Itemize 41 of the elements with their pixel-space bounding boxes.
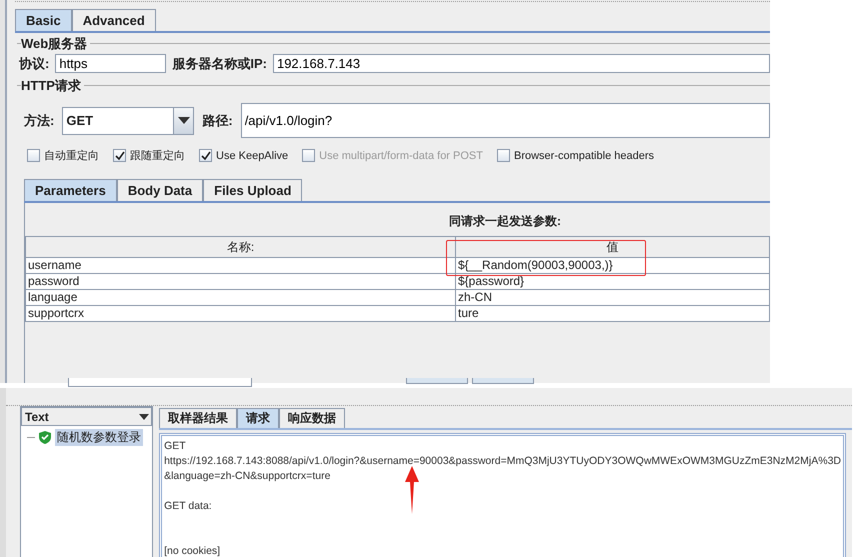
tab[interactable]: 请求 [237,408,280,428]
view-mode-dropdown[interactable]: Text [21,407,152,426]
tab[interactable]: Advanced [72,9,156,31]
group-title: Web服务器 [21,35,90,53]
method-dropdown[interactable]: GET [62,106,194,134]
tab[interactable]: 响应数据 [279,408,346,428]
request-text-line: GET [164,440,186,452]
field-label: 协议: [19,54,50,72]
caret-icon [178,117,190,124]
table-heading: 同请求一起发送参数: [449,213,562,230]
button[interactable] [406,378,468,384]
caret-icon [139,414,150,420]
tab[interactable]: Body Data [116,179,204,201]
checkbox[interactable]: 跟随重定向 [113,148,185,163]
tab[interactable]: Basic [15,9,72,31]
checkbox[interactable]: 自动重定向 [27,148,99,163]
button[interactable] [472,378,534,384]
tree-item[interactable]: 随机数参数登录 [55,429,143,446]
field-label: 服务器名称或IP: [172,54,267,72]
request-text-line: &language=zh-CN&supportcrx=ture [164,470,330,482]
field-label: 方法: [24,112,54,130]
tab[interactable]: 取样器结果 [159,408,238,428]
table-cell: ture [456,306,770,322]
request-text-line: https://192.168.7.143:8088/api/v1.0/login?&username=90003&password=MmQ3MjU3YTUyODY3OWQwMWExOWM3MGUzZmE3NzM2MjA%3D [164,455,841,467]
input-field[interactable]: 192.168.7.143 [272,54,770,73]
input-field[interactable]: /api/v1.0/login? [240,103,770,138]
splitter-bar[interactable] [0,0,7,383]
tab[interactable]: Files Upload [203,179,302,201]
checkbox[interactable]: Use KeepAlive [199,148,288,163]
input-field[interactable] [68,378,252,387]
check-icon [200,150,210,160]
table-cell: supportcrx [26,306,456,322]
request-text-line: [no cookies] [164,545,220,557]
tab[interactable]: Parameters [24,179,117,201]
input-field[interactable]: https [55,54,166,73]
shield-check-icon [39,431,51,444]
check-icon [114,150,124,160]
field-label: 路径: [202,112,233,130]
group-title: HTTP请求 [21,77,84,95]
request-text-line: GET data: [164,500,212,512]
checkbox[interactable]: Browser-compatible headers [496,148,654,163]
